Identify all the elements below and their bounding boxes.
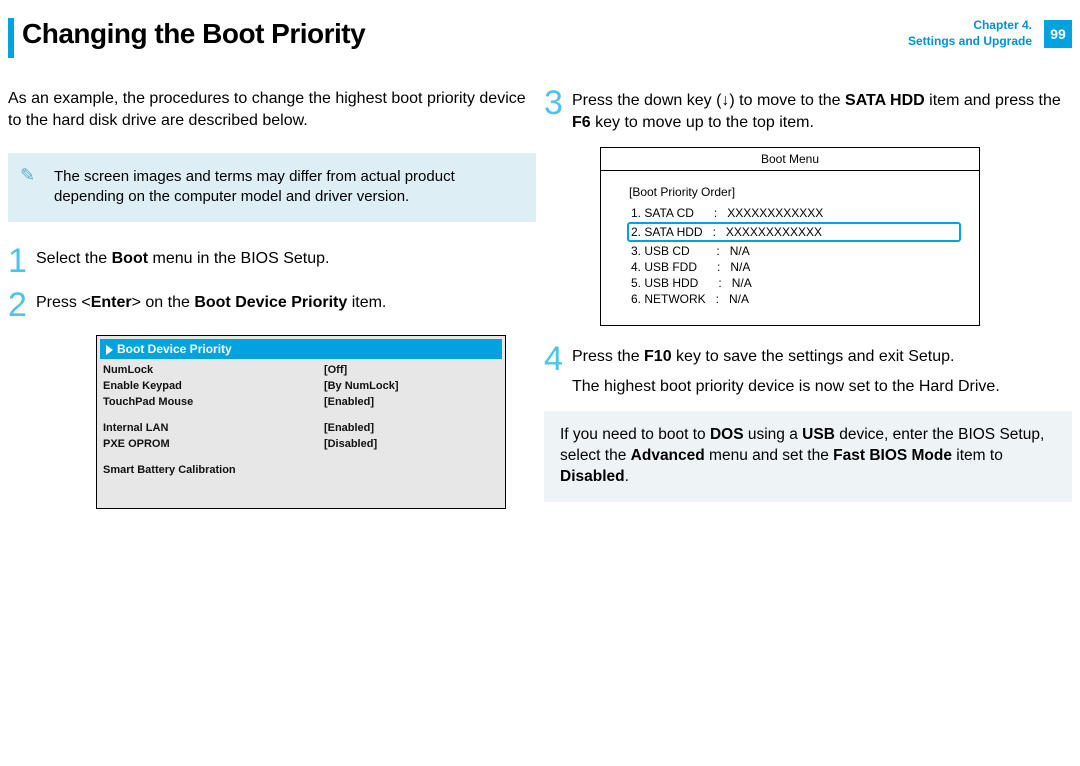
t: Select the [36,250,112,267]
gap [97,498,505,508]
boot-row-selected: 2. SATA HDD : XXXXXXXXXXXX [627,222,961,242]
t: If you need to boot to [560,426,710,443]
t: item. [347,294,386,311]
bios-highlight-row: Boot Device Priority [100,339,502,359]
t: item and press the [925,92,1061,109]
note-text: The screen images and terms may differ f… [54,168,455,205]
t: Boot Device Priority [117,342,232,356]
chapter-label: Chapter 4. Settings and Upgrade [908,18,1038,49]
t: Internal LAN [97,420,318,436]
step-2: 2 Press <Enter> on the Boot Device Prior… [8,290,536,321]
page-header: Changing the Boot Priority Chapter 4. Se… [8,18,1072,60]
t: F6 [572,114,591,131]
info-note: ✎ The screen images and terms may differ… [8,153,536,222]
gap [97,478,505,488]
t: key to save the settings and exit Setup. [672,348,955,365]
content-columns: As an example, the procedures to change … [8,88,1072,509]
boot-row: 5. USB HDD : N/A [629,275,959,291]
step-4-text: Press the F10 key to save the settings a… [572,344,1000,397]
step-3-text: Press the down key (↓) to move to the SA… [572,88,1072,133]
gap [97,452,505,462]
step-number-3: 3 [544,88,572,119]
step-4: 4 Press the F10 key to save the settings… [544,344,1072,397]
note-icon: ✎ [20,163,35,187]
t: Advanced [631,447,705,464]
bios-settings-table: NumLock[Off] Enable Keypad[By NumLock] T… [97,362,505,508]
boot-row: 4. USB FDD : N/A [629,259,959,275]
boot-row: 6. NETWORK : N/A [629,291,959,307]
boot-priority-order-label: [Boot Priority Order] [629,185,959,199]
step-1-text: Select the Boot menu in the BIOS Setup. [36,246,329,270]
step-2-text: Press <Enter> on the Boot Device Priorit… [36,290,386,314]
table-row: TouchPad Mouse[Enabled] [97,394,505,410]
t: TouchPad Mouse [97,394,318,410]
chapter-line2: Settings and Upgrade [908,34,1032,50]
page-title: Changing the Boot Priority [22,18,908,50]
t: [Enabled] [318,394,505,410]
t: USB [802,426,835,443]
gap [97,488,505,498]
boot-menu-panel: Boot Menu [Boot Priority Order] 1. SATA … [600,147,980,326]
step-number-1: 1 [8,246,36,277]
t: Boot [112,250,148,267]
t: [By NumLock] [318,378,505,394]
t: key to move up to the top item. [591,114,814,131]
t: Press < [36,294,91,311]
t: > on the [132,294,195,311]
page: Changing the Boot Priority Chapter 4. Se… [0,0,1080,766]
t: menu in the BIOS Setup. [148,250,329,267]
t: using a [744,426,803,443]
t: [Enabled] [318,420,505,436]
t: PXE OPROM [97,436,318,452]
t: Boot Device Priority [194,294,347,311]
t: . [625,468,629,485]
step-number-4: 4 [544,344,572,375]
t: Disabled [560,468,625,485]
t: menu and set the [705,447,833,464]
table-row: NumLock[Off] [97,362,505,378]
t: [Off] [318,362,505,378]
t: DOS [710,426,744,443]
step-1: 1 Select the Boot menu in the BIOS Setup… [8,246,536,277]
boot-menu-title: Boot Menu [601,148,979,171]
t: Smart Battery Calibration [97,462,505,478]
step-number-2: 2 [8,290,36,321]
table-row: Internal LAN[Enabled] [97,420,505,436]
t: Press the [572,348,644,365]
t: Press the down key (↓) to move to the [572,92,845,109]
boot-menu-body: [Boot Priority Order] 1. SATA CD : XXXXX… [601,171,979,325]
boot-row: 3. USB CD : N/A [629,243,959,259]
boot-row: 1. SATA CD : XXXXXXXXXXXX [629,205,959,221]
intro-text: As an example, the procedures to change … [8,88,536,131]
left-column: As an example, the procedures to change … [8,88,536,509]
t: Enter [91,294,132,311]
t: The highest boot priority device is now … [572,378,1000,395]
t: SATA HDD [845,92,925,109]
table-row: Enable Keypad[By NumLock] [97,378,505,394]
triangle-right-icon [106,345,113,355]
t: Fast BIOS Mode [833,447,952,464]
right-column: 3 Press the down key (↓) to move to the … [544,88,1072,509]
t: F10 [644,348,672,365]
chapter-block: Chapter 4. Settings and Upgrade 99 [908,18,1072,49]
chapter-line1: Chapter 4. [908,18,1032,34]
table-row: PXE OPROM[Disabled] [97,436,505,452]
bios-setup-panel: Boot Device Priority NumLock[Off] Enable… [96,335,506,509]
table-row: Smart Battery Calibration [97,462,505,478]
t: [Disabled] [318,436,505,452]
gap [97,410,505,420]
t: item to [952,447,1003,464]
page-number-badge: 99 [1044,20,1072,48]
accent-bar [8,18,14,58]
t: Enable Keypad [97,378,318,394]
t: NumLock [97,362,318,378]
step-3: 3 Press the down key (↓) to move to the … [544,88,1072,133]
tip-note: If you need to boot to DOS using a USB d… [544,411,1072,502]
